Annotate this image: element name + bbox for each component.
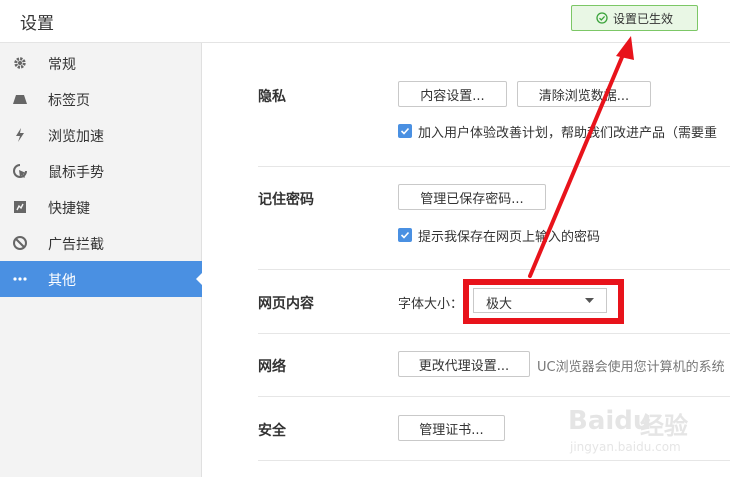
watermark-brand-cn: 经验 (640, 412, 688, 440)
baidu-watermark: Baidu 经验 jingyan.baidu.com (560, 392, 720, 462)
watermark-url: jingyan.baidu.com (570, 440, 681, 454)
watermark-brand: Baidu (568, 406, 652, 436)
